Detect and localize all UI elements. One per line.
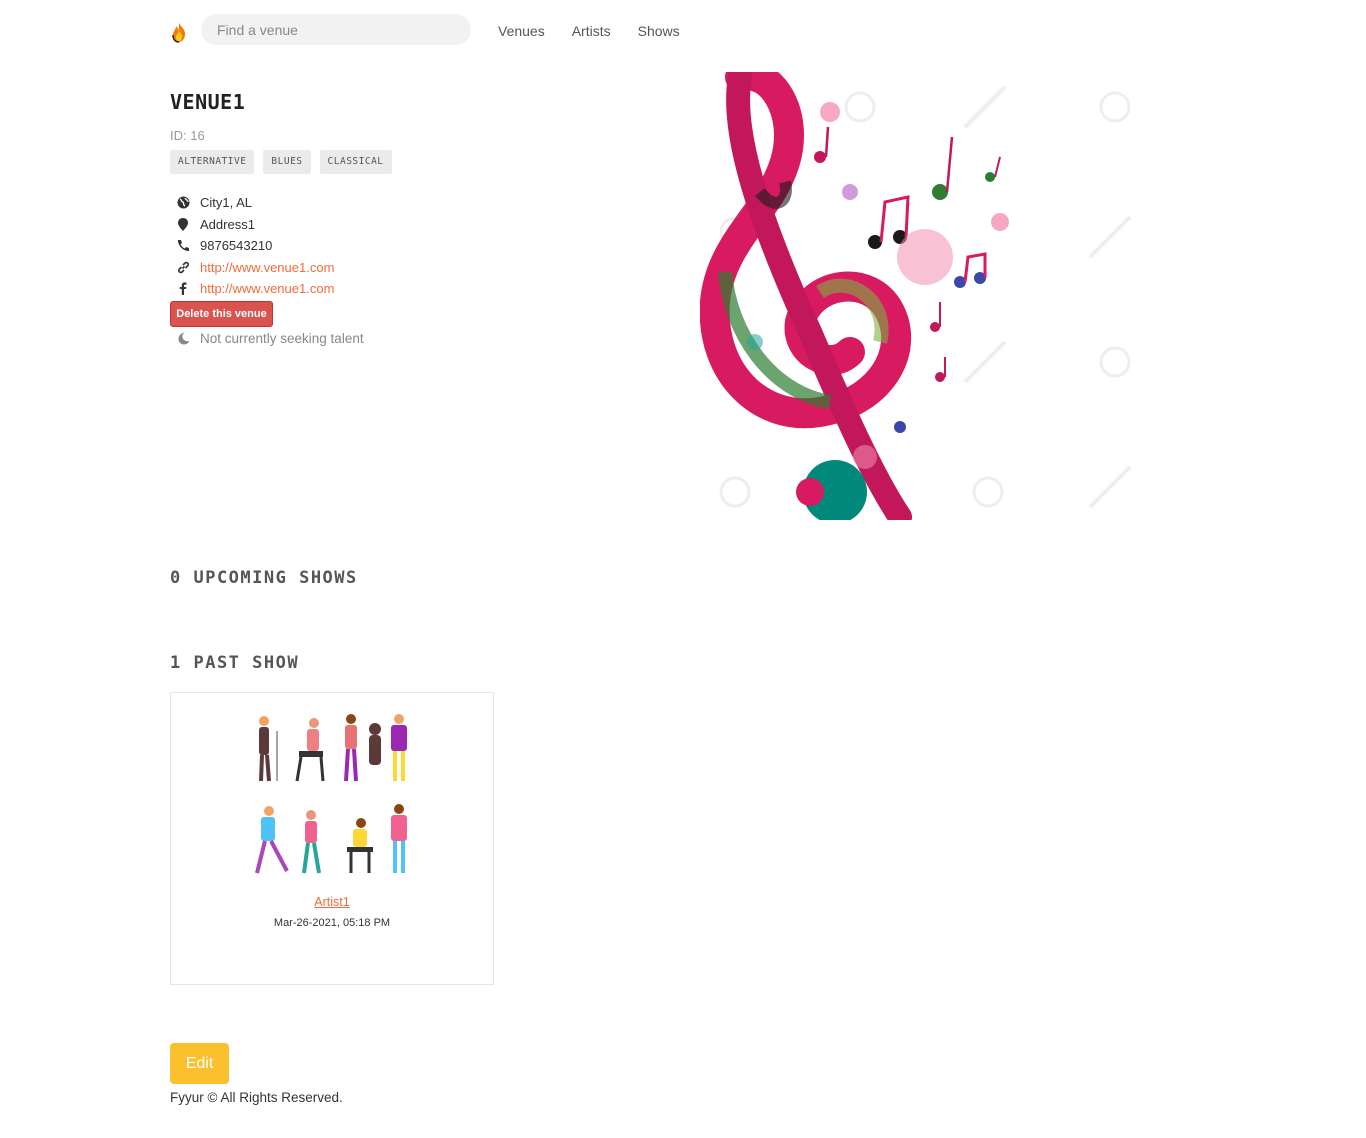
show-artist-link[interactable]: Artist1 [171,895,493,909]
seeking-text: Not currently seeking talent [200,331,364,346]
info-facebook: http://www.venue1.com [176,278,334,300]
link-icon [176,260,190,274]
genre-badge: BLUES [263,150,311,174]
info-address: Address1 [176,214,334,236]
edit-venue-button[interactable]: Edit [170,1043,229,1084]
genre-badge: CLASSICAL [319,150,392,174]
info-phone: 9876543210 [176,235,334,257]
genre-badge: ALTERNATIVE [170,150,255,174]
facebook-icon [176,282,190,296]
venue-facebook-link[interactable]: http://www.venue1.com [200,281,334,296]
show-date: Mar-26-2021, 05:18 PM [273,917,391,929]
past-show-card[interactable]: Artist1 Mar-26-2021, 05:18 PM [170,692,494,985]
venue-address: Address1 [200,216,255,232]
musicians-illustration [255,714,407,874]
venue-name: VENUE1 [170,90,246,114]
artist-image [255,714,407,874]
venue-id: ID: 16 [170,128,205,143]
nav-link-venues[interactable]: Venues [498,23,545,39]
venue-phone: 9876543210 [200,238,273,254]
venue-city-state: City1, AL [200,195,253,211]
venue-info-list: City1, AL Address1 9876543210 http://www… [176,192,334,300]
info-website: http://www.venue1.com [176,257,334,279]
delete-venue-button[interactable]: Delete this venue [170,301,273,327]
venue-website-link[interactable]: http://www.venue1.com [200,260,334,275]
search-input[interactable] [201,14,471,45]
nav-link-artists[interactable]: Artists [572,23,611,39]
fyyur-logo-icon[interactable] [170,21,188,43]
genre-list: ALTERNATIVE BLUES CLASSICAL [170,150,401,174]
moon-icon [176,332,190,346]
navbar: Venues Artists Shows [170,14,770,46]
nav-links: Venues Artists Shows [498,23,707,39]
nav-link-shows[interactable]: Shows [638,23,680,39]
globe-icon [176,196,190,210]
map-marker-icon [176,217,190,231]
info-city: City1, AL [176,192,334,214]
seeking-status: Not currently seeking talent [176,331,364,346]
footer-text: Fyyur © All Rights Reserved. [170,1090,343,1105]
phone-icon [176,239,190,253]
venue-image [700,72,1132,520]
past-shows-title: 1 PAST SHOW [170,653,300,673]
upcoming-shows-title: 0 UPCOMING SHOWS [170,568,358,588]
